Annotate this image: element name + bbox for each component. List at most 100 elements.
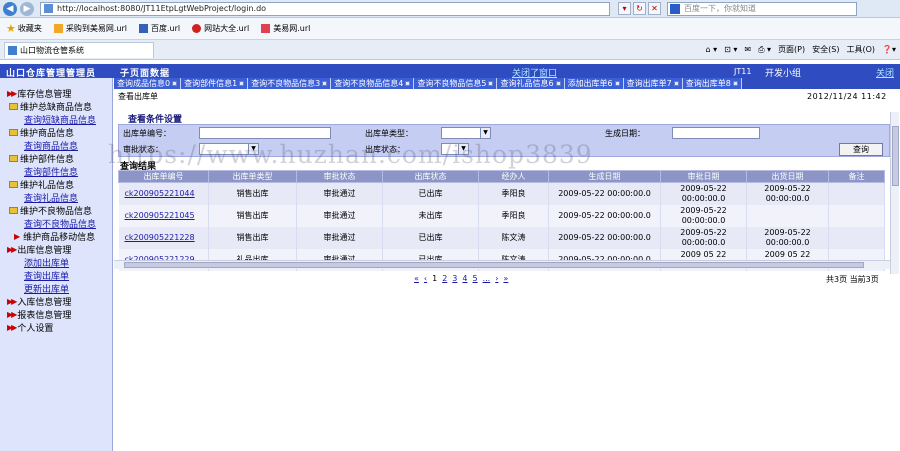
- last-page-link[interactable]: »: [503, 274, 508, 283]
- help-icon[interactable]: ❓▾: [882, 45, 896, 54]
- folder-icon: [9, 155, 18, 162]
- subtab-3[interactable]: 查询不良物品信息4: [331, 78, 415, 89]
- version-label: JT11: [734, 67, 752, 76]
- col-header: 经办人: [478, 170, 549, 183]
- menu-page[interactable]: 页面(P): [778, 44, 805, 55]
- col-header: 备注: [828, 170, 885, 183]
- prev-page-link[interactable]: ‹: [424, 274, 427, 283]
- browser-tab[interactable]: 山口物流仓管系统: [4, 41, 154, 58]
- sidebar-section-outbound[interactable]: ▶▶ 出库信息管理: [7, 243, 71, 256]
- close-icon[interactable]: [555, 81, 561, 86]
- subtab-8[interactable]: 查询出库单8: [682, 78, 742, 89]
- sidebar-section-report[interactable]: ▶▶ 报表信息管理: [7, 308, 71, 321]
- sidebar-link[interactable]: 查询不良物品信息: [24, 217, 96, 230]
- sidebar-item-move[interactable]: ▶ 维护商品移动信息: [14, 230, 95, 243]
- folder-icon: [9, 207, 18, 214]
- page-icon: [44, 4, 53, 13]
- sidebar-folder[interactable]: 维护部件信息: [9, 152, 74, 165]
- subtab-2[interactable]: 查询不良物品信息3: [248, 78, 332, 89]
- cell: 销售出库: [208, 204, 297, 227]
- horizontal-scrollbar[interactable]: [114, 260, 890, 269]
- sidebar-folder[interactable]: 维护不良物品信息: [9, 204, 92, 217]
- back-icon[interactable]: ◀: [3, 1, 17, 16]
- page-link[interactable]: 2: [442, 274, 447, 283]
- sidebar-link[interactable]: 查询礼品信息: [24, 191, 78, 204]
- subtab-0[interactable]: 查询成品信息0: [114, 78, 182, 89]
- order-link[interactable]: ck200905221044: [118, 182, 209, 205]
- sidebar-link[interactable]: 查询短缺商品信息: [24, 113, 96, 126]
- sidebar-link[interactable]: 查询部件信息: [24, 165, 78, 178]
- table-row: ck200905221045 销售出库 审批通过 未出库 季阳良 2009-05…: [118, 204, 885, 227]
- sidebar-section-personal[interactable]: ▶▶ 个人设置: [7, 321, 53, 334]
- close-icon[interactable]: [732, 81, 738, 86]
- type-select[interactable]: ▼: [441, 127, 491, 139]
- close-icon[interactable]: [405, 81, 411, 86]
- page-link[interactable]: 3: [452, 274, 457, 283]
- sidebar-folder[interactable]: 维护商品信息: [9, 126, 74, 139]
- table-row: ck200905221044 销售出库 审批通过 已出库 季阳良 2009-05…: [118, 182, 885, 205]
- double-arrow-icon: ▶▶: [7, 297, 17, 306]
- cell: [746, 204, 829, 227]
- sidebar-link-add-outbound[interactable]: 添加出库单: [24, 256, 69, 269]
- address-field[interactable]: http://localhost:8080/JT11EtpLgtWebProje…: [40, 1, 610, 16]
- refresh-icon[interactable]: ↻: [633, 2, 646, 15]
- menu-tools[interactable]: 工具(O): [846, 44, 875, 55]
- order-no-input[interactable]: [199, 127, 331, 139]
- order-link[interactable]: ck200905221045: [118, 204, 209, 227]
- close-icon[interactable]: [239, 81, 245, 86]
- sidebar-link-query-outbound[interactable]: 查询出库单: [24, 269, 69, 282]
- sidebar-folder[interactable]: 维护总缺商品信息: [9, 100, 92, 113]
- url-text: http://localhost:8080/JT11EtpLgtWebProje…: [57, 4, 267, 13]
- menu-safety[interactable]: 安全(S): [812, 44, 839, 55]
- subtab-6[interactable]: 添加出库单6: [564, 78, 624, 89]
- close-icon[interactable]: [488, 81, 494, 86]
- favorite-link-3[interactable]: 美易网.url: [261, 23, 310, 34]
- close-icon[interactable]: [673, 81, 679, 86]
- sidebar-link[interactable]: 查询商品信息: [24, 139, 78, 152]
- print-icon[interactable]: ⎙ ▾: [758, 45, 771, 55]
- subtab-7[interactable]: 查询出库单7: [623, 78, 683, 89]
- cell: [828, 226, 885, 249]
- search-field[interactable]: 百度一下，你就知道: [667, 1, 857, 16]
- table-row: ck200905221228 销售出库 审批通过 已出库 陈文涛 2009-05…: [118, 226, 885, 249]
- cell: 2009-05-22 00:00:00.0: [660, 182, 747, 205]
- favorite-link-0[interactable]: 采购到美易网.url: [53, 23, 127, 34]
- gen-date-input[interactable]: [672, 127, 760, 139]
- scroll-thumb[interactable]: [124, 262, 864, 268]
- col-header: 出库单类型: [208, 170, 297, 183]
- favorites-button[interactable]: ★ 收藏夹: [6, 22, 42, 35]
- subtab-5[interactable]: 查询礼品信息6: [497, 78, 565, 89]
- sidebar-section-inventory[interactable]: ▶▶ 库存信息管理: [7, 87, 71, 100]
- page-link[interactable]: 4: [462, 274, 467, 283]
- more-pages-link[interactable]: ...: [483, 274, 491, 283]
- close-icon[interactable]: [322, 81, 328, 86]
- close-icon[interactable]: [172, 81, 178, 86]
- close-icon[interactable]: [614, 81, 620, 86]
- sidebar-link-update-outbound[interactable]: 更新出库单: [24, 282, 69, 295]
- double-arrow-icon: ▶▶: [7, 323, 17, 332]
- stop-icon[interactable]: ✕: [648, 2, 661, 15]
- cell: 2009-05-22 00:00:00.0: [746, 182, 829, 205]
- query-button[interactable]: 查询: [839, 143, 883, 156]
- feeds-icon[interactable]: ⊡ ▾: [724, 45, 737, 54]
- breadcrumb: 查看出库单: [118, 92, 158, 101]
- subtab-4[interactable]: 查询不良物品信息5: [414, 78, 498, 89]
- first-page-link[interactable]: «: [414, 274, 419, 283]
- subtab-1[interactable]: 查询部件信息1: [181, 78, 249, 89]
- favorite-link-1[interactable]: 百度.url: [139, 23, 180, 34]
- star-icon: ★: [6, 22, 16, 35]
- order-link[interactable]: ck200905221228: [118, 226, 209, 249]
- scroll-thumb[interactable]: [892, 126, 899, 186]
- sidebar-section-inbound[interactable]: ▶▶ 入库信息管理: [7, 295, 71, 308]
- page-link[interactable]: 5: [472, 274, 477, 283]
- forward-icon[interactable]: ▶: [20, 1, 34, 16]
- home-icon[interactable]: ⌂ ▾: [705, 45, 717, 54]
- mail-icon[interactable]: ✉: [744, 45, 751, 54]
- vertical-scrollbar[interactable]: [890, 112, 899, 274]
- cell: 审批通过: [296, 182, 383, 205]
- next-page-link[interactable]: ›: [495, 274, 498, 283]
- favorite-link-2[interactable]: 网站大全.url: [192, 23, 249, 34]
- compat-icon[interactable]: ▾: [618, 2, 631, 15]
- page-link[interactable]: 1: [432, 274, 437, 283]
- sidebar-folder[interactable]: 维护礼品信息: [9, 178, 74, 191]
